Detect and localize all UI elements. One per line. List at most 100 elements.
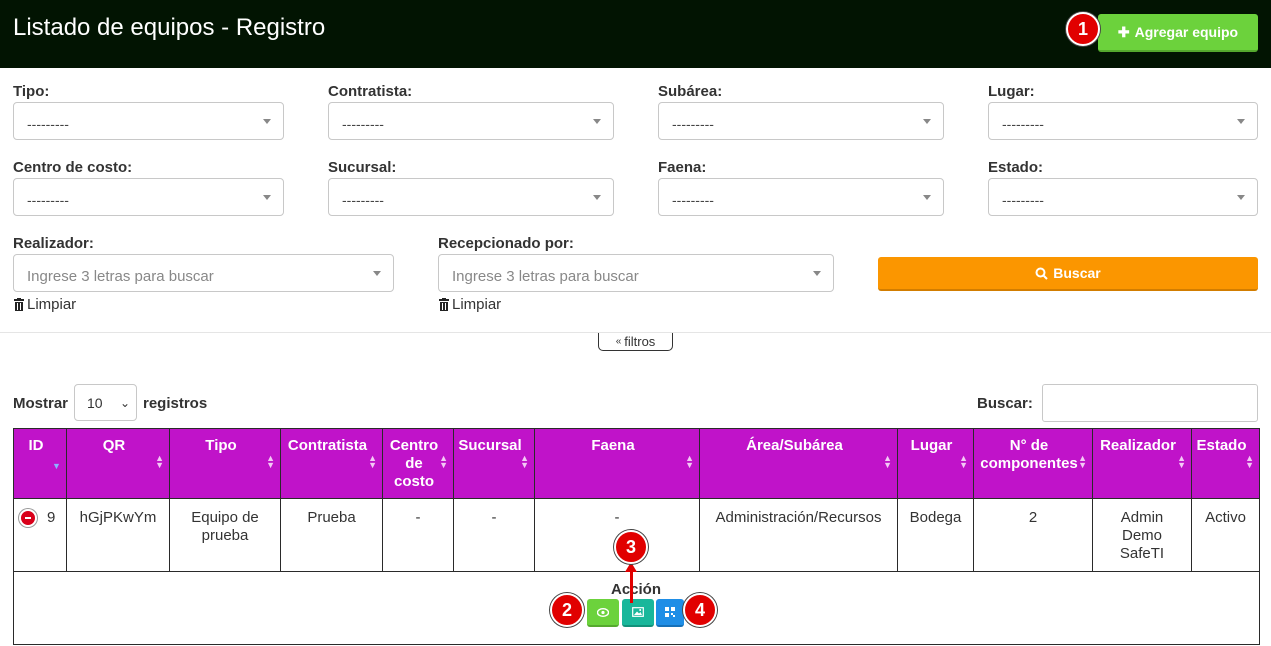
realizador-placeholder: Ingrese 3 letras para buscar bbox=[27, 268, 214, 285]
recepcionado-label: Recepcionado por: bbox=[438, 235, 574, 252]
qrcode-icon bbox=[665, 607, 675, 617]
contratista-select[interactable]: --------- bbox=[328, 102, 614, 140]
col-header-tipo[interactable]: Tipo ▲ ▼ bbox=[169, 428, 281, 499]
table-header-row: ID ▼ QR ▲ ▼ Tipo ▲ ▼ Contratista ▲ ▼ Centro de … bbox=[13, 428, 1260, 499]
accion-label: Acción bbox=[611, 581, 662, 598]
chevron-down-icon bbox=[263, 119, 271, 124]
lugar-value: --------- bbox=[1002, 116, 1044, 132]
centro-costo-select[interactable]: --------- bbox=[13, 178, 284, 216]
chevron-down-icon bbox=[923, 195, 931, 200]
sucursal-label: Sucursal: bbox=[328, 159, 397, 176]
subarea-select[interactable]: --------- bbox=[658, 102, 944, 140]
collapse-row-icon[interactable] bbox=[19, 509, 37, 528]
chevron-down-icon bbox=[1237, 195, 1245, 200]
search-icon bbox=[1035, 267, 1048, 280]
image-button[interactable] bbox=[622, 599, 654, 627]
col-header-lugar[interactable]: Lugar ▲ ▼ bbox=[897, 428, 974, 499]
lugar-label: Lugar: bbox=[988, 83, 1035, 100]
callout-arrow bbox=[630, 567, 633, 603]
tipo-value: --------- bbox=[27, 116, 69, 132]
plus-icon: ✚ bbox=[1117, 23, 1130, 40]
col-header-componentes[interactable]: N° de componentes ▲ ▼ bbox=[973, 428, 1093, 499]
faena-label: Faena: bbox=[658, 159, 707, 176]
cell-sucursal: - bbox=[453, 498, 535, 572]
chevron-down-icon bbox=[593, 119, 601, 124]
sort-icon: ▲ ▼ bbox=[1078, 453, 1087, 470]
qr-button[interactable] bbox=[656, 599, 684, 627]
centro-costo-label: Centro de costo: bbox=[13, 159, 133, 176]
col-header-faena[interactable]: Faena ▲ ▼ bbox=[534, 428, 700, 499]
page-size-select[interactable]: 10 ⌄ bbox=[74, 384, 137, 421]
add-equipment-button[interactable]: ✚ Agregar equipo bbox=[1098, 14, 1258, 52]
col-header-qr[interactable]: QR ▲ ▼ bbox=[66, 428, 170, 499]
cell-id: 9 bbox=[13, 498, 67, 572]
lugar-select[interactable]: --------- bbox=[988, 102, 1258, 140]
faena-value: --------- bbox=[672, 192, 714, 208]
estado-select[interactable]: --------- bbox=[988, 178, 1258, 216]
cell-lugar: Bodega bbox=[897, 498, 974, 572]
estado-value: --------- bbox=[1002, 192, 1044, 208]
callout-badge-2: 2 bbox=[550, 593, 584, 627]
callout-badge-4: 4 bbox=[683, 593, 717, 627]
subarea-value: --------- bbox=[672, 116, 714, 132]
col-header-realizador[interactable]: Realizador ▲ ▼ bbox=[1092, 428, 1192, 499]
cell-area: Administración/Recursos bbox=[699, 498, 898, 572]
callout-badge-1: 1 bbox=[1066, 12, 1100, 46]
col-header-centro-costo[interactable]: Centro de costo ▲ ▼ bbox=[382, 428, 454, 499]
cell-tipo: Equipo de prueba bbox=[169, 498, 281, 572]
cell-estado: Activo bbox=[1191, 498, 1260, 572]
page-title: Listado de equipos - Registro bbox=[13, 14, 326, 41]
sort-icon: ▲ ▼ bbox=[439, 453, 448, 470]
contratista-label: Contratista: bbox=[328, 83, 413, 100]
realizador-clear-link[interactable]: Limpiar bbox=[13, 296, 76, 313]
records-label: registros bbox=[143, 395, 208, 412]
filters-toggle-label: filtros bbox=[624, 334, 656, 349]
cell-centro-costo: - bbox=[382, 498, 454, 572]
realizador-search[interactable]: Ingrese 3 letras para buscar bbox=[13, 254, 394, 292]
col-header-sucursal[interactable]: Sucursal ▲ ▼ bbox=[453, 428, 535, 499]
eye-icon bbox=[597, 607, 609, 617]
search-button-label: Buscar bbox=[1053, 265, 1101, 281]
sort-desc-icon: ▼ bbox=[52, 461, 61, 471]
table-search-input[interactable] bbox=[1042, 384, 1258, 422]
sort-icon: ▲ ▼ bbox=[959, 453, 968, 470]
recepcionado-clear-link[interactable]: Limpiar bbox=[438, 296, 501, 313]
contratista-value: --------- bbox=[342, 116, 384, 132]
cell-qr: hGjPKwYm bbox=[66, 498, 170, 572]
sort-icon: ▲ ▼ bbox=[368, 453, 377, 470]
trash-icon bbox=[14, 298, 24, 311]
sort-icon: ▲ ▼ bbox=[685, 453, 694, 470]
filters-toggle[interactable]: « filtros bbox=[598, 333, 673, 351]
callout-badge-3: 3 bbox=[614, 530, 648, 564]
col-header-id[interactable]: ID ▼ bbox=[13, 428, 67, 499]
row-detail-cell: Acción bbox=[13, 571, 1260, 645]
col-header-contratista[interactable]: Contratista ▲ ▼ bbox=[280, 428, 383, 499]
centro-costo-value: --------- bbox=[27, 192, 69, 208]
cell-faena: - bbox=[534, 498, 700, 572]
sort-icon: ▲ ▼ bbox=[155, 453, 164, 470]
cell-realizador: Admin Demo SafeTI bbox=[1092, 498, 1192, 572]
search-button[interactable]: Buscar bbox=[878, 257, 1258, 291]
faena-select[interactable]: --------- bbox=[658, 178, 944, 216]
col-header-estado[interactable]: Estado ▲ ▼ bbox=[1191, 428, 1260, 499]
recepcionado-search[interactable]: Ingrese 3 letras para buscar bbox=[438, 254, 834, 292]
sort-icon: ▲ ▼ bbox=[1245, 453, 1254, 470]
realizador-label: Realizador: bbox=[13, 235, 94, 252]
sort-icon: ▲ ▼ bbox=[883, 453, 892, 470]
col-header-area[interactable]: Área/Subárea ▲ ▼ bbox=[699, 428, 898, 499]
tipo-select[interactable]: --------- bbox=[13, 102, 284, 140]
sucursal-select[interactable]: --------- bbox=[328, 178, 614, 216]
recepcionado-clear-label: Limpiar bbox=[452, 296, 502, 313]
estado-label: Estado: bbox=[988, 159, 1044, 176]
tipo-label: Tipo: bbox=[13, 83, 50, 100]
trash-icon bbox=[439, 298, 449, 311]
chevron-down-icon: ⌄ bbox=[119, 396, 130, 410]
chevron-down-icon bbox=[923, 119, 931, 124]
show-label: Mostrar bbox=[13, 395, 69, 412]
view-button[interactable] bbox=[587, 599, 619, 627]
chevron-down-icon bbox=[813, 271, 821, 276]
double-chevron-up-icon: « bbox=[615, 336, 622, 347]
cell-componentes: 2 bbox=[973, 498, 1093, 572]
recepcionado-placeholder: Ingrese 3 letras para buscar bbox=[452, 268, 639, 285]
sucursal-value: --------- bbox=[342, 192, 384, 208]
